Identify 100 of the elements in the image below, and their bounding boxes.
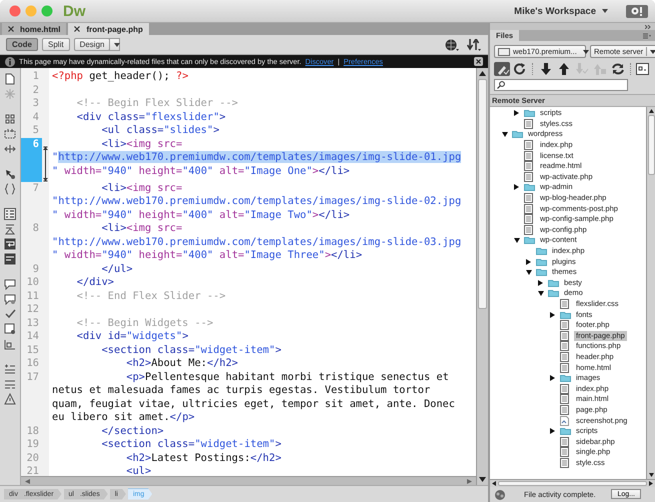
code-line: <!-- End Flex Slider -->: [76, 290, 227, 303]
remove-comment-icon[interactable]: [4, 293, 16, 305]
refresh-icon[interactable]: [512, 62, 528, 76]
down-check-icon[interactable]: [574, 62, 590, 76]
search-field[interactable]: [494, 79, 628, 91]
expand-icon[interactable]: [4, 143, 16, 155]
close-icon[interactable]: [8, 26, 14, 32]
code-line: </ul>: [100, 262, 134, 276]
code-line: <li><img src=: [100, 138, 184, 151]
code-line: <!-- Begin Flex Slider -->: [76, 97, 239, 110]
file-icon: [524, 140, 533, 150]
collapse-panel-icon[interactable]: [645, 24, 651, 28]
down-arrow-icon[interactable]: [648, 473, 654, 477]
code-line: "http://www.web170.premiumdw.com/templates/images/img-slide-03.jpg: [52, 236, 462, 249]
line-number: 11: [26, 290, 40, 303]
code-line: eu libero sit amet.</p>: [52, 411, 196, 424]
line-number: 5: [32, 124, 40, 138]
view-button[interactable]: Split: [42, 38, 70, 51]
word-wrap-icon[interactable]: [4, 238, 16, 250]
caret-icon: [582, 50, 589, 54]
horizontal-scrollbar[interactable]: [490, 479, 655, 487]
file-icon: [560, 384, 569, 394]
comment-icon[interactable]: [4, 278, 16, 290]
collapsed-arrow-icon[interactable]: [514, 184, 519, 190]
document-tab[interactable]: home.html: [2, 23, 66, 35]
code-line: " width="940" height="400" alt="Image Two"></li>: [52, 208, 351, 222]
collapsed-arrow-icon[interactable]: [550, 312, 555, 318]
outdent-icon[interactable]: [4, 378, 16, 390]
line-numbers-icon[interactable]: [4, 208, 16, 220]
line-number: 13: [26, 316, 40, 330]
file-icon: [560, 298, 569, 309]
left-arrow-icon[interactable]: [492, 481, 496, 486]
file-icon: [560, 330, 569, 341]
vertical-scrollbar[interactable]: [476, 68, 488, 485]
line-number: 3: [32, 97, 40, 110]
collapsed-arrow-icon[interactable]: [526, 258, 531, 265]
code-line: <div id="widgets">: [76, 330, 190, 344]
down-arrow-icon[interactable]: [479, 477, 486, 482]
globe-icon[interactable]: [445, 38, 459, 50]
collapsed-arrow-icon[interactable]: [550, 375, 555, 382]
up-arrow-icon[interactable]: [648, 109, 654, 113]
indent-icon[interactable]: [4, 363, 16, 375]
code-line: " width="940" height="400" alt="Image One"></li>: [52, 164, 351, 178]
folder-icon: [560, 310, 571, 319]
code-line: <section class="widget-item">: [100, 438, 282, 452]
line-number: 10: [26, 276, 40, 290]
folder-icon: [560, 374, 571, 382]
code-line: quam, feugiat vitae, ultricies eget, tempor sit amet, ante. Donec: [52, 398, 456, 411]
close-icon[interactable]: [74, 26, 80, 32]
document-icon[interactable]: [4, 73, 16, 85]
panel-menu-icon[interactable]: [643, 32, 651, 38]
folder-icon: [548, 278, 559, 287]
view-button[interactable]: Code: [6, 38, 38, 51]
image-file-icon: [560, 416, 569, 426]
close-icon[interactable]: [474, 57, 483, 66]
expanded-arrow-icon[interactable]: [502, 132, 508, 137]
folder-icon: [524, 236, 535, 244]
balance-braces-icon[interactable]: [4, 183, 16, 195]
file-icon: [524, 161, 533, 172]
folder-icon: [548, 289, 559, 298]
caret-icon: [650, 50, 655, 54]
workspace-menu[interactable]: Mike's Workspace: [510, 4, 612, 18]
scroll-thumb[interactable]: [648, 115, 654, 175]
collapsed-arrow-icon[interactable]: [550, 428, 555, 434]
right-arrow-icon[interactable]: [649, 481, 653, 486]
vertical-scrollbar[interactable]: [646, 107, 655, 479]
sync-icon[interactable]: [610, 62, 626, 76]
expanded-arrow-icon[interactable]: [514, 238, 520, 243]
expanded-arrow-icon[interactable]: [538, 290, 544, 296]
collapsed-arrow-icon[interactable]: [514, 110, 519, 116]
scroll-thumb[interactable]: [478, 79, 487, 309]
line-number: 8: [32, 222, 40, 236]
connect-button[interactable]: [494, 62, 510, 76]
code-line: <!-- Begin Widgets -->: [76, 316, 214, 330]
settings-button[interactable]: [626, 4, 648, 18]
scroll-thumb[interactable]: [498, 481, 647, 486]
file-icon: [560, 436, 569, 447]
file-icon: [560, 458, 569, 468]
dropdown-button[interactable]: [109, 38, 120, 51]
view-button[interactable]: Design: [74, 38, 110, 51]
app-logo: Dw: [63, 2, 86, 20]
code-line: <li><img src=: [100, 222, 184, 236]
sort-arrows-icon[interactable]: [467, 38, 481, 50]
file-icon: [524, 224, 533, 235]
line-number: 16: [26, 357, 40, 370]
file-icon: [524, 118, 533, 129]
line-number: 14: [26, 330, 40, 344]
folder-icon: [524, 183, 535, 192]
search-icon: [497, 81, 505, 89]
line-number: 9: [32, 262, 40, 276]
up-arrow-icon[interactable]: [479, 71, 486, 76]
code-line: "http://www.web170.premiumdw.com/templates/images/img-slide-01.jpg: [52, 151, 462, 164]
collapsed-arrow-icon[interactable]: [538, 280, 543, 286]
code-line: <?php get_header(); ?>: [52, 70, 190, 84]
expanded-arrow-icon[interactable]: [526, 270, 532, 275]
code-line: <li><img src=: [100, 182, 184, 195]
document-tab[interactable]: front-page.php: [68, 23, 149, 35]
activity-icon: [494, 488, 506, 500]
code-line: <div class="flexslider">: [76, 110, 227, 124]
fold-marker-icon[interactable]: [43, 146, 48, 182]
